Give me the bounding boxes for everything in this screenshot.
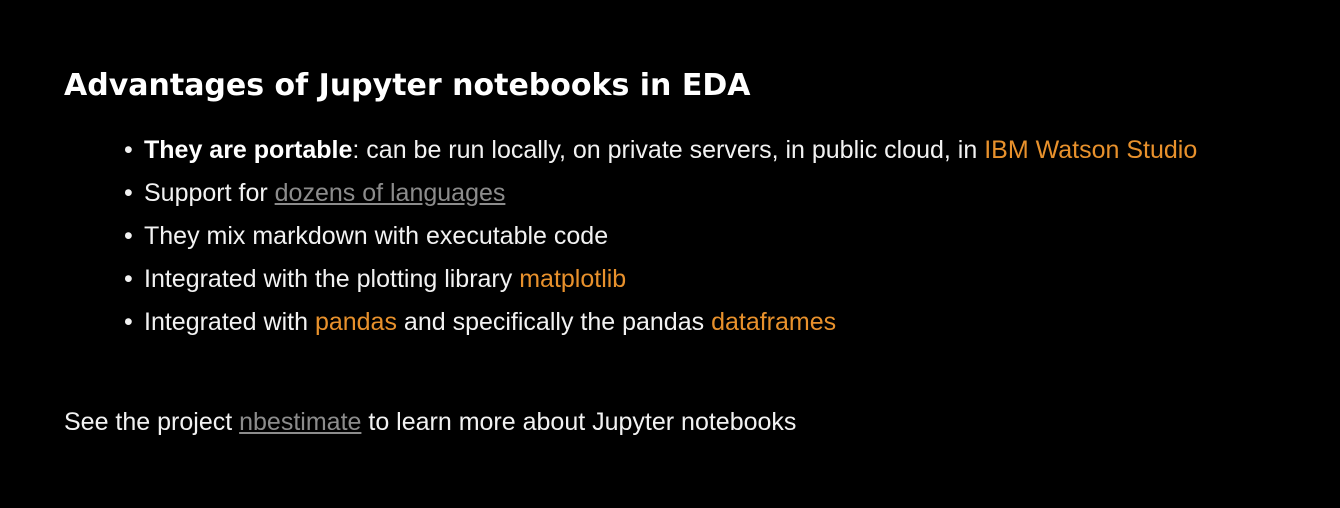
advantages-list: • They are portable: can be run locally, … bbox=[124, 129, 1197, 344]
bullet-icon: • bbox=[124, 308, 133, 336]
link-dataframes[interactable]: dataframes bbox=[711, 308, 836, 336]
bullet-text: Integrated with bbox=[144, 308, 315, 336]
slide: Advantages of Jupyter notebooks in EDA •… bbox=[0, 0, 1340, 508]
link-nbestimate[interactable]: nbestimate bbox=[239, 408, 361, 436]
bullet-text: : can be run locally, on private servers… bbox=[352, 136, 985, 164]
list-item: • Integrated with the plotting library ma… bbox=[124, 258, 1197, 301]
slide-title: Advantages of Jupyter notebooks in EDA bbox=[64, 68, 751, 103]
footer-text: to learn more about Jupyter notebooks bbox=[361, 408, 797, 436]
list-item: • Support for dozens of languages bbox=[124, 172, 1197, 215]
bullet-text: and specifically the pandas bbox=[396, 308, 712, 336]
list-item: • Integrated with pandas and specifically… bbox=[124, 301, 1197, 344]
footer-text: See the project bbox=[64, 408, 240, 436]
bullet-icon: • bbox=[124, 222, 133, 250]
bullet-icon: • bbox=[124, 136, 133, 164]
bullet-bold-text: They are portable bbox=[144, 136, 353, 164]
bullet-text: They mix markdown with executable code bbox=[144, 222, 609, 250]
bullet-text: Support for bbox=[144, 179, 275, 207]
link-dozens-of-languages[interactable]: dozens of languages bbox=[275, 179, 506, 207]
link-pandas[interactable]: pandas bbox=[315, 308, 397, 336]
list-item: • They mix markdown with executable code bbox=[124, 215, 1197, 258]
bullet-icon: • bbox=[124, 265, 133, 293]
bullet-text: Integrated with the plotting library bbox=[144, 265, 520, 293]
list-item: • They are portable: can be run locally, … bbox=[124, 129, 1197, 172]
link-matplotlib[interactable]: matplotlib bbox=[519, 265, 626, 293]
bullet-icon: • bbox=[124, 179, 133, 207]
link-ibm-watson-studio[interactable]: IBM Watson Studio bbox=[984, 136, 1197, 164]
footer-note: See the project nbestimate to learn more… bbox=[64, 401, 796, 444]
